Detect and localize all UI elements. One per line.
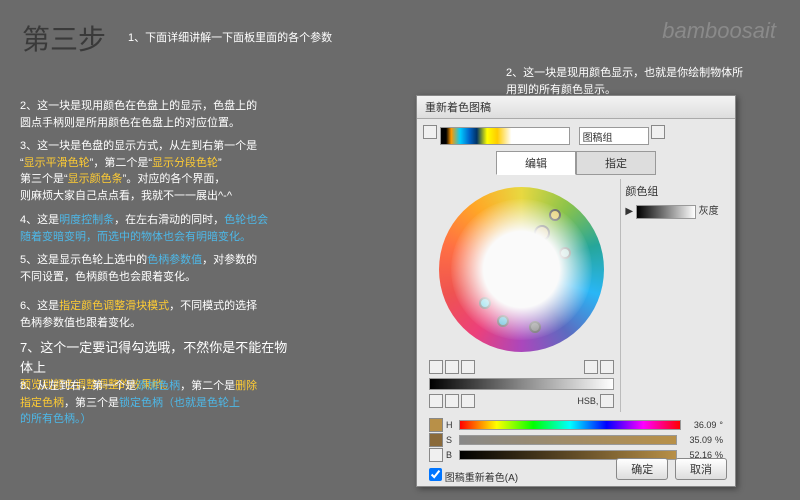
note-5: 5、这是显示色轮上选中的色柄参数值，对参数的 不同设置，色柄颜色也会跟着变化。 [20,252,300,285]
link-icon[interactable] [600,360,614,374]
hue-slider[interactable] [459,420,681,430]
smooth-wheel-icon[interactable] [429,360,443,374]
wheel-mode-icons [429,360,614,374]
add-color-icon[interactable] [429,394,443,408]
cancel-button[interactable]: 取消 [675,458,727,480]
color-groups-label: 颜色组 [625,183,725,199]
swatch-icon[interactable] [429,418,443,432]
mode-label: HSB, [577,396,598,406]
note-4: 4、这是明度控制条，在左右滑动的同时，色轮也会 随着变暗变明，而选中的物体也会有… [20,212,300,245]
active-colors-bar[interactable] [440,127,570,145]
tab-assign[interactable]: 指定 [576,151,656,175]
hsb-sliders: H36.09° S35.09% B52.16% [429,418,723,462]
swatch2-icon[interactable] [429,433,443,447]
artwork-color-icon[interactable] [423,125,437,139]
color-groups-panel: 颜色组 ▶ 灰度 [620,179,729,412]
mode-menu-icon[interactable] [600,394,614,408]
brightness-slider[interactable] [429,378,614,390]
color-group-item[interactable]: ▶ 灰度 [625,202,725,218]
recolor-panel: 重新着色图稿 图稿组 编辑指定 [416,95,736,487]
tabs: 编辑指定 [423,151,729,175]
mode-icon[interactable] [429,448,443,462]
panel-title: 重新着色图稿 [417,96,735,119]
dropdown-icon[interactable] [651,125,665,139]
preset-dropdown[interactable]: 图稿组 [579,127,649,145]
remove-color-icon[interactable] [445,394,459,408]
step-title: 第三步 [22,18,106,58]
lock-color-icon[interactable] [461,394,475,408]
color-wheel[interactable] [439,187,604,352]
add-handle-icon[interactable] [584,360,598,374]
ok-button[interactable]: 确定 [616,458,668,480]
watermark: bamboosait [662,18,776,44]
note-3: 3、这一块是色盘的显示方式，从左到右第一个是 “显示平滑色轮”，第二个是“显示分… [20,138,300,204]
note-8: 8、从左到右，第一个是添加色柄，第二个是删除 指定色柄，第三个是锁定色柄（也就是… [20,378,300,428]
note-right: 2、这一块是现用颜色显示，也就是你绘制物体所用到的所有颜色显示。 [506,65,776,98]
color-bars-icon[interactable] [461,360,475,374]
tab-edit[interactable]: 编辑 [496,151,576,175]
sat-slider[interactable] [459,435,677,445]
segmented-wheel-icon[interactable] [445,360,459,374]
recolor-checkbox[interactable] [429,468,442,481]
note-1: 1、下面详细讲解一下面板里面的各个参数 [128,30,332,47]
note-2: 2、这一块是现用颜色在色盘上的显示，色盘上的圆点手柄则是所用颜色在色盘上的对应位… [20,98,300,131]
note-6: 6、这是指定颜色调整滑块模式，不同模式的选择 色柄参数值也跟着变化。 [20,298,300,331]
